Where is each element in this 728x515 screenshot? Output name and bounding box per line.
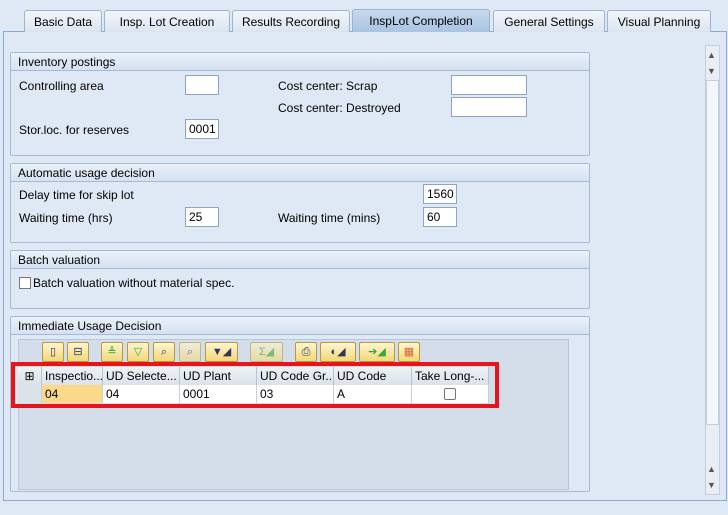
cost-center-destroyed-label: Cost center: Destroyed	[278, 101, 401, 115]
controlling-area-label: Controlling area	[19, 79, 104, 93]
tab-insp-lot-creation[interactable]: Insp. Lot Creation	[104, 10, 230, 32]
waiting-mins-input[interactable]: 60	[423, 207, 457, 227]
find-icon[interactable]: ⌕	[153, 342, 175, 362]
batch-valuation-checkbox[interactable]	[19, 277, 31, 289]
cost-center-scrap-input[interactable]	[451, 75, 527, 95]
tab-general-settings[interactable]: General Settings	[493, 10, 605, 32]
delete-row-icon[interactable]: ⊟	[67, 342, 89, 362]
delay-time-input[interactable]: 1560	[423, 184, 457, 204]
sort-asc-icon[interactable]: ≜	[101, 342, 123, 362]
group-title: Automatic usage decision	[11, 164, 589, 182]
cost-center-scrap-label: Cost center: Scrap	[278, 79, 378, 93]
views-icon[interactable]: ◐◢	[320, 342, 356, 362]
new-icon[interactable]: ▯	[42, 342, 64, 362]
storloc-input[interactable]: 0001	[185, 119, 219, 139]
waiting-hrs-input[interactable]: 25	[185, 207, 219, 227]
group-title: Immediate Usage Decision	[11, 317, 589, 335]
group-title: Inventory postings	[11, 53, 589, 71]
tab-insplot-completion[interactable]: InspLot Completion	[352, 9, 490, 32]
scroll-page-down-icon[interactable]: ▲	[707, 464, 716, 474]
batch-valuation-label: Batch valuation without material spec.	[33, 276, 235, 290]
tab-results-recording[interactable]: Results Recording	[232, 10, 350, 32]
find-next-icon[interactable]: ⌕	[179, 342, 201, 362]
delay-time-label: Delay time for skip lot	[19, 188, 134, 202]
sort-desc-icon[interactable]: ▽	[127, 342, 149, 362]
cost-center-destroyed-input[interactable]	[451, 97, 527, 117]
tab-basic-data[interactable]: Basic Data	[24, 10, 102, 32]
export-icon[interactable]: ➔◢	[359, 342, 395, 362]
scrollbar-thumb[interactable]	[706, 80, 719, 425]
scroll-down-icon[interactable]: ▼	[707, 480, 716, 490]
scroll-page-up-icon[interactable]: ▼	[707, 66, 716, 76]
waiting-mins-label: Waiting time (mins)	[278, 211, 381, 225]
waiting-hrs-label: Waiting time (hrs)	[19, 211, 113, 225]
print-icon[interactable]: ⎙	[295, 342, 317, 362]
scroll-up-icon[interactable]: ▲	[707, 50, 716, 60]
controlling-area-input[interactable]	[185, 75, 219, 95]
automatic-usage-decision-group: Automatic usage decision	[10, 163, 590, 243]
storloc-label: Stor.loc. for reserves	[19, 123, 130, 137]
sum-icon[interactable]: Σ◢	[250, 342, 283, 362]
highlight-box	[11, 362, 499, 408]
group-title: Batch valuation	[11, 251, 589, 269]
layout-icon[interactable]: ▦	[398, 342, 420, 362]
tab-visual-planning[interactable]: Visual Planning	[607, 10, 711, 32]
filter-icon[interactable]: ▼◢	[205, 342, 238, 362]
